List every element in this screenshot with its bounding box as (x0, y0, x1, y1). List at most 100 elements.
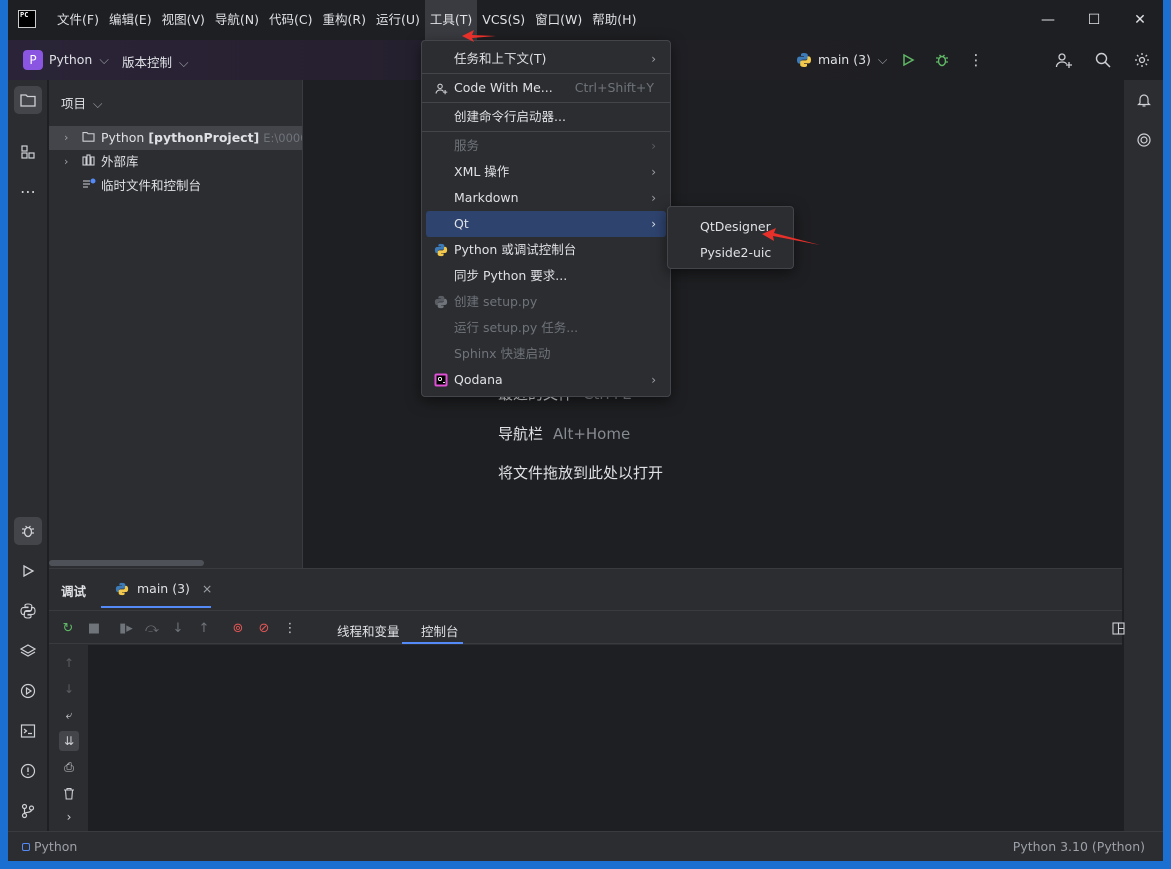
left-tool-strip: ⋯ (8, 80, 48, 831)
menu-vcs[interactable]: VCS(S) (477, 0, 530, 40)
bell-icon[interactable] (1130, 86, 1158, 114)
run-config-selector[interactable]: main (3) ⌵ (818, 52, 887, 68)
menu-item-qodana[interactable]: Qodana › (426, 367, 666, 393)
minimize-button[interactable]: — (1025, 0, 1071, 40)
menu-item-sync-requirements[interactable]: 同步 Python 要求... (426, 263, 666, 289)
chevron-down-icon: ⌵ (93, 96, 103, 111)
chevron-right-icon: › (651, 191, 656, 205)
maximize-button[interactable]: ☐ (1071, 0, 1117, 40)
menu-file[interactable]: 文件(F) (52, 0, 104, 40)
menu-item-sphinx-quickstart: Sphinx 快速启动 (454, 346, 551, 361)
tree-row-external-libs[interactable]: › 外部库 (49, 150, 302, 174)
menu-code[interactable]: 代码(C) (264, 0, 317, 40)
menu-item-create-launcher[interactable]: 创建命令行启动器... (426, 104, 666, 130)
menu-help[interactable]: 帮助(H) (587, 0, 641, 40)
debug-toolbar: ↻ ■ ▮▸ ⤼ ↓ ↑ ⊚ ⊘ ⋮ 线程和变量 控制台 (49, 610, 1125, 644)
tab-console[interactable]: 控制台 (421, 621, 459, 640)
project-panel-title[interactable]: 项目 ⌵ (61, 93, 102, 112)
add-user-icon[interactable] (1054, 50, 1074, 70)
stop-icon[interactable]: ■ (85, 619, 103, 637)
status-project[interactable]: Python (22, 839, 77, 854)
bug-icon[interactable] (14, 517, 42, 545)
status-interpreter[interactable]: Python 3.10 (Python) (1013, 839, 1145, 854)
console-tab-underline (402, 642, 463, 644)
menu-item-qt[interactable]: Qt › (426, 211, 666, 237)
print-icon[interactable]: ⎙ (59, 757, 79, 777)
more-vertical-icon[interactable]: ⋮ (281, 619, 299, 637)
menu-item-qtdesigner[interactable]: QtDesigner (672, 214, 789, 240)
qt-submenu: QtDesigner Pyside2-uic (667, 206, 794, 269)
gear-icon[interactable] (1132, 50, 1152, 70)
debug-icon[interactable] (932, 50, 952, 70)
tree-row-project[interactable]: › Python [pythonProject] E:\000000 (49, 126, 302, 150)
tab-main-session[interactable]: main (3) × (115, 581, 212, 599)
run-config-label: main (3) (818, 52, 871, 67)
menu-item-code-with-me[interactable]: Code With Me... Ctrl+Shift+Y (426, 75, 666, 101)
folder-icon[interactable] (14, 86, 42, 114)
chevron-down-icon: ⌵ (877, 52, 888, 67)
terminal-icon[interactable] (14, 717, 42, 745)
menu-item-tasks-context[interactable]: 任务和上下文(T) › (426, 46, 666, 72)
run-icon[interactable] (898, 50, 918, 70)
menu-item-python-console[interactable]: Python 或调试控制台 (426, 237, 666, 263)
view-breakpoints-icon[interactable]: ⊚ (229, 619, 247, 637)
tab-threads-variables[interactable]: 线程和变量 (337, 621, 400, 640)
console-output[interactable] (88, 645, 1122, 831)
chevron-right-icon[interactable]: › (59, 807, 79, 827)
menu-separator (422, 131, 670, 132)
debug-tab-bar: 调试 main (3) × (49, 569, 1122, 609)
search-icon[interactable] (1093, 50, 1113, 70)
layout-icon[interactable] (1109, 619, 1127, 637)
close-tab-icon[interactable]: × (202, 581, 212, 596)
menu-run[interactable]: 运行(U) (371, 0, 425, 40)
close-button[interactable]: ✕ (1117, 0, 1163, 40)
menu-item-run-setup-task: 运行 setup.py 任务... (454, 320, 579, 335)
menu-edit[interactable]: 编辑(E) (104, 0, 157, 40)
folder-icon (82, 126, 95, 150)
menu-item-xml-actions[interactable]: XML 操作 › (426, 159, 666, 185)
menu-tools[interactable]: 工具(T) (424, 0, 478, 40)
problems-icon[interactable] (14, 757, 42, 785)
vcs-selector[interactable]: 版本控制 ⌵ (122, 52, 188, 71)
menu-refactor[interactable]: 重构(R) (318, 0, 371, 40)
mute-breakpoints-icon[interactable]: ⊘ (255, 619, 273, 637)
trash-icon[interactable] (59, 783, 79, 803)
project-selector[interactable]: Python ⌵ (49, 52, 109, 68)
horizontal-scrollbar[interactable] (49, 560, 204, 566)
chevron-right-icon[interactable]: › (64, 126, 68, 150)
tab-underline (101, 606, 211, 608)
qodana-icon (433, 367, 449, 393)
menu-view[interactable]: 视图(V) (157, 0, 210, 40)
run-icon[interactable] (14, 557, 42, 585)
more-vertical-icon[interactable]: ⋮ (966, 50, 986, 70)
python-icon (433, 289, 449, 315)
menu-window[interactable]: 窗口(W) (530, 0, 587, 40)
scroll-to-end-icon[interactable]: ⇊ (59, 731, 79, 751)
soft-wrap-icon[interactable]: ⤶ (59, 705, 79, 725)
menu-item-markdown[interactable]: Markdown › (426, 185, 666, 211)
more-horizontal-icon[interactable]: ⋯ (14, 177, 42, 205)
arrow-down-icon[interactable]: ↓ (59, 679, 79, 699)
square-icon (22, 843, 30, 851)
ai-assistant-icon[interactable] (1130, 126, 1158, 154)
python-console-icon[interactable] (14, 597, 42, 625)
menu-item-services: 服务 › (426, 133, 666, 159)
chevron-down-icon: ⌵ (99, 52, 109, 67)
tree-row-scratches[interactable]: 临时文件和控制台 (49, 174, 302, 198)
step-out-icon[interactable]: ↑ (195, 619, 213, 637)
project-badge[interactable]: P (23, 50, 43, 70)
layers-icon[interactable] (14, 637, 42, 665)
services-icon[interactable] (14, 677, 42, 705)
menu-navigate[interactable]: 导航(N) (210, 0, 264, 40)
structure-icon[interactable] (14, 138, 42, 166)
resume-icon[interactable]: ▮▸ (117, 619, 135, 637)
step-into-icon[interactable]: ↓ (169, 619, 187, 637)
menu-item-pyside2-uic[interactable]: Pyside2-uic (672, 240, 789, 266)
rerun-icon[interactable]: ↻ (59, 619, 77, 637)
arrow-up-icon[interactable]: ↑ (59, 653, 79, 673)
menu-separator (422, 102, 670, 103)
git-icon[interactable] (14, 797, 42, 825)
project-name: Python (49, 52, 93, 67)
chevron-right-icon[interactable]: › (64, 150, 68, 174)
step-over-icon[interactable]: ⤼ (143, 619, 161, 637)
